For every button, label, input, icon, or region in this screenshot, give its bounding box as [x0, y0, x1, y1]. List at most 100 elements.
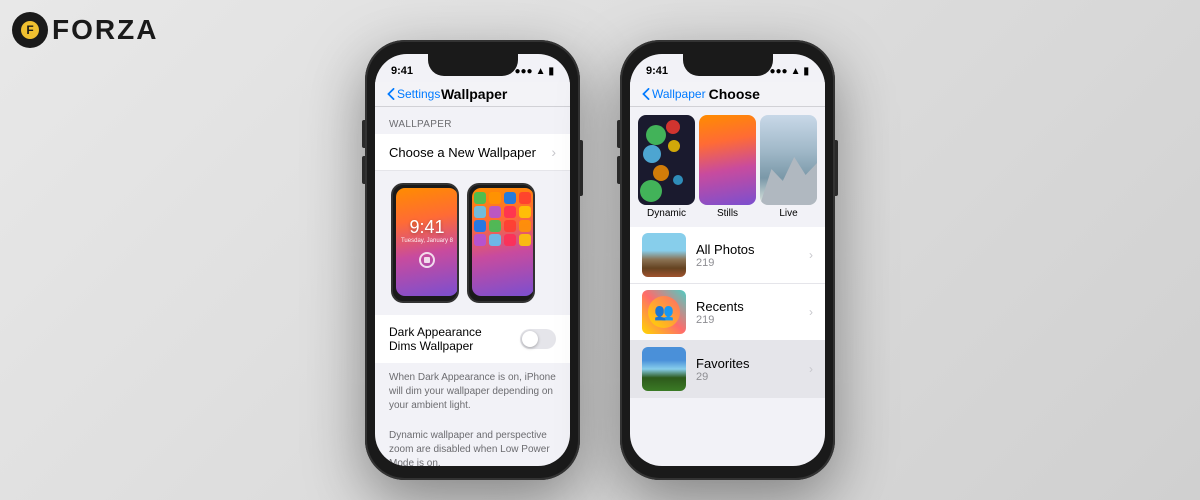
- volume-up-btn-2: [617, 120, 620, 148]
- dark-appearance-toggle[interactable]: [520, 329, 556, 349]
- person-avatar: 👥: [648, 296, 680, 328]
- wallpaper-preview: 9:41 Tuesday, January 8: [375, 171, 570, 315]
- lockscreen-wallpaper: 9:41 Tuesday, January 8: [396, 188, 458, 296]
- album-count-recents: 219: [696, 314, 799, 326]
- description-2: Dynamic wallpaper and perspective zoom a…: [375, 421, 570, 466]
- logo-icon: F: [12, 12, 48, 48]
- notch-2: [683, 54, 773, 76]
- album-recents[interactable]: 👥 Recents 219 ›: [630, 284, 825, 341]
- phones-container: 9:41 ●●● ▲ ▮ Settings Wallpaper: [0, 0, 1200, 500]
- album-chevron-recents: ›: [809, 305, 813, 319]
- app-7: [504, 206, 516, 218]
- category-stills[interactable]: Stills: [699, 115, 756, 219]
- status-time-2: 9:41: [646, 65, 668, 77]
- homescreen-thumb: [472, 188, 534, 296]
- bubble-2: [666, 120, 680, 134]
- favorites-thumb: [642, 347, 686, 391]
- album-name-recents: Recents: [696, 299, 799, 314]
- phone-1-screen: 9:41 ●●● ▲ ▮ Settings Wallpaper: [375, 54, 570, 466]
- back-button-1[interactable]: Settings: [387, 87, 440, 101]
- toggle-label: Dark Appearance Dims Wallpaper: [389, 325, 512, 353]
- mountain-shape: [760, 145, 817, 205]
- screen1-content: WALLPAPER Choose a New Wallpaper › 9:41 …: [375, 107, 570, 466]
- app-1: [474, 192, 486, 204]
- lock-body: [424, 257, 430, 263]
- lockscreen-preview[interactable]: 9:41 Tuesday, January 8: [391, 183, 459, 303]
- phone-1: 9:41 ●●● ▲ ▮ Settings Wallpaper: [365, 40, 580, 480]
- landscape-photo: [642, 233, 686, 277]
- bubble-1: [646, 125, 666, 145]
- svg-text:F: F: [26, 23, 33, 37]
- choose-wallpaper-label: Choose a New Wallpaper: [389, 145, 551, 160]
- dark-appearance-row[interactable]: Dark Appearance Dims Wallpaper: [375, 315, 570, 363]
- person-emoji: 👥: [654, 302, 674, 322]
- homescreen-wallpaper: [472, 188, 534, 296]
- category-dynamic[interactable]: Dynamic: [638, 115, 695, 219]
- wallpaper-categories: Dynamic Stills: [630, 107, 825, 227]
- stills-thumb: [699, 115, 756, 205]
- brand-logo: F FORZA: [12, 12, 158, 48]
- bubble-5: [653, 165, 669, 181]
- signal-icon: ●●●: [514, 66, 532, 77]
- dynamic-wallpaper: [638, 115, 695, 205]
- wifi-icon-2: ▲: [791, 66, 801, 77]
- album-favorites[interactable]: Favorites 29 ›: [630, 341, 825, 398]
- live-wallpaper: [760, 115, 817, 205]
- choose-screen: Dynamic Stills: [630, 107, 825, 398]
- all-photos-thumb: [642, 233, 686, 277]
- lion-icon: F: [19, 19, 41, 41]
- row-chevron: ›: [551, 144, 556, 160]
- bubble-6: [673, 175, 683, 185]
- nav-title-1: Wallpaper: [440, 86, 508, 102]
- album-name-all: All Photos: [696, 242, 799, 257]
- live-label: Live: [760, 208, 817, 219]
- album-count-all: 219: [696, 257, 799, 269]
- album-info-favorites: Favorites 29: [696, 356, 799, 383]
- back-chevron-1: [387, 88, 395, 100]
- bubble-7: [640, 180, 662, 202]
- nav-bar-1: Settings Wallpaper: [375, 82, 570, 107]
- app-grid: [472, 188, 534, 250]
- status-indicators-1: ●●● ▲ ▮: [514, 66, 554, 77]
- phone-2-screen: 9:41 ●●● ▲ ▮ Wallpaper Choose: [630, 54, 825, 466]
- back-button-2[interactable]: Wallpaper: [642, 87, 706, 101]
- nav-title-2: Choose: [706, 86, 763, 102]
- phone-2: 9:41 ●●● ▲ ▮ Wallpaper Choose: [620, 40, 835, 480]
- lockscreen-thumb: 9:41 Tuesday, January 8: [396, 188, 458, 296]
- dynamic-label: Dynamic: [638, 208, 695, 219]
- category-live[interactable]: Live: [760, 115, 817, 219]
- app-16: [519, 234, 531, 246]
- app-2: [489, 192, 501, 204]
- album-chevron-favorites: ›: [809, 362, 813, 376]
- portrait-photo: 👥: [642, 290, 686, 334]
- section-header: WALLPAPER: [375, 107, 570, 134]
- recents-thumb: 👥: [642, 290, 686, 334]
- album-list: All Photos 219 › 👥: [630, 227, 825, 398]
- status-time-1: 9:41: [391, 65, 413, 77]
- bubble-3: [643, 145, 661, 163]
- app-6: [489, 206, 501, 218]
- stills-label: Stills: [699, 208, 756, 219]
- power-btn: [580, 140, 583, 196]
- side-button-right: [580, 140, 583, 196]
- homescreen-preview[interactable]: [467, 183, 535, 303]
- album-all-photos[interactable]: All Photos 219 ›: [630, 227, 825, 284]
- dynamic-thumb: [638, 115, 695, 205]
- battery-icon: ▮: [548, 66, 554, 77]
- app-9: [474, 220, 486, 232]
- app-10: [489, 220, 501, 232]
- volume-up-btn: [362, 120, 365, 148]
- app-8: [519, 206, 531, 218]
- back-chevron-2: [642, 88, 650, 100]
- volume-down-btn: [362, 156, 365, 184]
- app-4: [519, 192, 531, 204]
- battery-icon-2: ▮: [803, 66, 809, 77]
- choose-wallpaper-row[interactable]: Choose a New Wallpaper ›: [375, 134, 570, 171]
- notch: [428, 54, 518, 76]
- app-3: [504, 192, 516, 204]
- app-11: [504, 220, 516, 232]
- app-13: [474, 234, 486, 246]
- lock-icon: [419, 252, 435, 268]
- lock-time: 9:41: [409, 217, 444, 238]
- power-btn-2: [835, 140, 838, 196]
